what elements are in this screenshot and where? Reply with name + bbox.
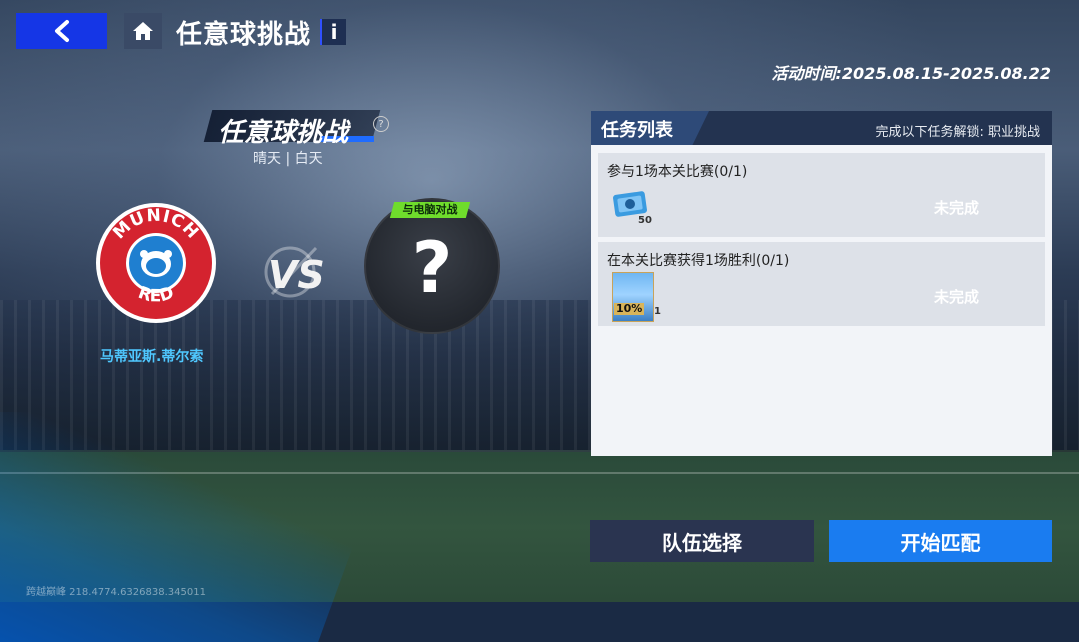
svg-text:RED: RED xyxy=(136,283,177,307)
task-list-title: 任务列表 xyxy=(601,120,673,141)
reward-quantity: 50 xyxy=(638,215,652,226)
vs-emblem: VS xyxy=(264,246,324,298)
cpu-match-tag: 与电脑对战 xyxy=(389,202,471,218)
team-logo: MUNICH RED xyxy=(96,203,216,323)
event-time: 活动时间:2025.08.15-2025.08.22 xyxy=(771,64,1051,83)
home-icon xyxy=(133,22,153,40)
opponent-avatar: ? xyxy=(364,198,500,334)
team-name: 马蒂亚斯.蒂尔索 xyxy=(100,349,204,365)
vs-text: VS xyxy=(268,253,324,297)
task-status: 未完成 xyxy=(934,288,980,306)
task-panel-header: 任务列表 完成以下任务解锁: 职业挑战 xyxy=(591,111,1052,145)
cpu-match-label: 与电脑对战 xyxy=(402,203,458,216)
opponent-unknown: ? xyxy=(411,227,453,309)
mode-title: 任意球挑战 xyxy=(218,118,349,148)
task-item: 在本关比赛获得1场胜利(0/1) 10% 1 未完成 xyxy=(598,242,1045,326)
reward-percent-tag: 10% xyxy=(614,302,645,315)
reward-quantity: 1 xyxy=(654,306,661,317)
start-match-button[interactable]: 开始匹配 xyxy=(829,520,1052,562)
server-info: 跨越巅峰 218.4774.6326838.345011 xyxy=(26,587,206,598)
help-icon[interactable]: ? xyxy=(373,116,389,132)
task-unlock-note: 完成以下任务解锁: 职业挑战 xyxy=(875,125,1040,140)
home-button[interactable] xyxy=(124,13,162,49)
logo-text-bottom: RED xyxy=(136,283,177,307)
weather-info: 晴天 | 白天 xyxy=(253,151,323,167)
info-icon[interactable]: i xyxy=(320,19,346,45)
task-status: 未完成 xyxy=(934,199,980,217)
chevron-left-icon xyxy=(54,20,69,42)
task-description: 参与1场本关比赛(0/1) xyxy=(607,164,748,180)
task-panel: 任务列表 完成以下任务解锁: 职业挑战 参与1场本关比赛(0/1) 50 未完成… xyxy=(591,111,1052,456)
task-description: 在本关比赛获得1场胜利(0/1) xyxy=(607,253,790,269)
page-title: 任意球挑战 xyxy=(176,20,312,50)
task-item: 参与1场本关比赛(0/1) 50 未完成 xyxy=(598,153,1045,237)
team-select-button[interactable]: 队伍选择 xyxy=(590,520,814,562)
decorative-sweep xyxy=(0,412,402,642)
back-button[interactable] xyxy=(16,13,107,49)
